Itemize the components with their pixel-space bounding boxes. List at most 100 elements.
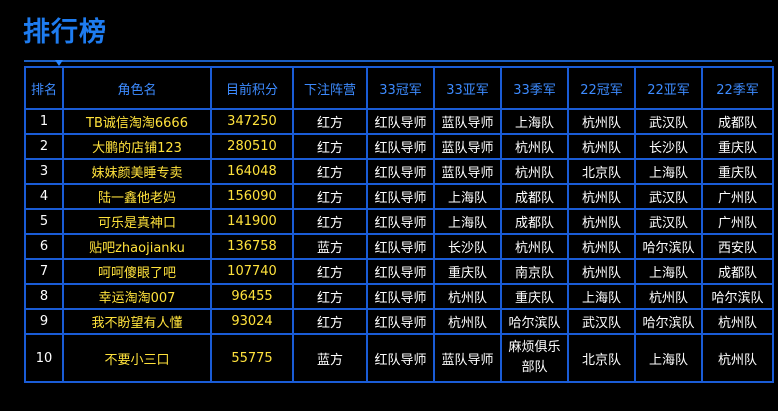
points-cell: 156090	[210, 183, 294, 210]
column-header-rank: 排名	[24, 66, 64, 110]
player-name-cell: 贴吧zhaojianku	[62, 233, 212, 260]
pick-22-third-cell: 杭州队	[701, 308, 774, 335]
title-divider	[24, 60, 772, 62]
column-header-33-champion: 33冠军	[366, 66, 435, 110]
pick-22-third-cell: 西安队	[701, 233, 774, 260]
table-header-row: 排名 角色名 目前积分 下注阵营 33冠军 33亚军 33季军 22冠军 22亚…	[24, 66, 774, 110]
pick-22-champion-cell: 武汉队	[567, 308, 636, 335]
pick-33-third-cell: 麻烦俱乐部队	[500, 333, 569, 383]
table-row: 2 大鹏的店铺123 280510 红方 红队导师 蓝队导师 杭州队 杭州队 长…	[24, 133, 774, 160]
points-cell: 164048	[210, 158, 294, 185]
pick-33-champion-cell: 红队导师	[366, 233, 435, 260]
rank-cell: 6	[24, 233, 64, 260]
pick-33-third-cell: 哈尔滨队	[500, 308, 569, 335]
rank-cell: 1	[24, 108, 64, 135]
camp-cell: 红方	[292, 258, 368, 285]
rank-cell: 4	[24, 183, 64, 210]
pick-22-third-cell: 广州队	[701, 183, 774, 210]
table-row: 6 贴吧zhaojianku 136758 蓝方 红队导师 长沙队 杭州队 杭州…	[24, 233, 774, 260]
pick-33-champion-cell: 红队导师	[366, 108, 435, 135]
pick-22-champion-cell: 北京队	[567, 333, 636, 383]
pick-22-third-cell: 重庆队	[701, 133, 774, 160]
pick-22-runner-up-cell: 哈尔滨队	[634, 308, 703, 335]
pick-22-runner-up-cell: 杭州队	[634, 283, 703, 310]
pick-22-champion-cell: 杭州队	[567, 258, 636, 285]
pick-22-champion-cell: 杭州队	[567, 233, 636, 260]
pick-33-third-cell: 杭州队	[500, 133, 569, 160]
pick-33-third-cell: 杭州队	[500, 233, 569, 260]
table-row: 1 TB诚信淘淘6666 347250 红方 红队导师 蓝队导师 上海队 杭州队…	[24, 108, 774, 135]
pick-33-champion-cell: 红队导师	[366, 283, 435, 310]
table-row: 10 不要小三口 55775 蓝方 红队导师 蓝队导师 麻烦俱乐部队 北京队 上…	[24, 333, 774, 383]
pick-22-third-cell: 广州队	[701, 208, 774, 235]
pick-33-third-cell: 杭州队	[500, 158, 569, 185]
column-header-22-champion: 22冠军	[567, 66, 636, 110]
camp-cell: 红方	[292, 133, 368, 160]
pick-22-runner-up-cell: 长沙队	[634, 133, 703, 160]
pick-22-champion-cell: 杭州队	[567, 133, 636, 160]
camp-cell: 红方	[292, 208, 368, 235]
table-row: 3 妹妹颜美睡专卖 164048 红方 红队导师 蓝队导师 杭州队 北京队 上海…	[24, 158, 774, 185]
player-name-cell: 大鹏的店铺123	[62, 133, 212, 160]
pick-33-third-cell: 南京队	[500, 258, 569, 285]
leaderboard-page: 排行榜 排名 角色名 目前积分 下注阵营 33冠军 33亚军 33季军 22冠军…	[0, 0, 778, 411]
points-cell: 136758	[210, 233, 294, 260]
column-header-33-runner-up: 33亚军	[433, 66, 502, 110]
pick-33-runner-up-cell: 杭州队	[433, 283, 502, 310]
column-header-camp: 下注阵营	[292, 66, 368, 110]
pick-22-runner-up-cell: 哈尔滨队	[634, 233, 703, 260]
pick-22-third-cell: 杭州队	[701, 333, 774, 383]
points-cell: 55775	[210, 333, 294, 383]
pick-33-champion-cell: 红队导师	[366, 308, 435, 335]
player-name-cell: 不要小三口	[62, 333, 212, 383]
pick-33-runner-up-cell: 长沙队	[433, 233, 502, 260]
camp-cell: 红方	[292, 308, 368, 335]
pick-33-runner-up-cell: 蓝队导师	[433, 108, 502, 135]
pick-33-runner-up-cell: 蓝队导师	[433, 133, 502, 160]
rank-cell: 7	[24, 258, 64, 285]
player-name-cell: 呵呵傻眼了吧	[62, 258, 212, 285]
column-header-name: 角色名	[62, 66, 212, 110]
rank-cell: 8	[24, 283, 64, 310]
pick-33-champion-cell: 红队导师	[366, 133, 435, 160]
table-row: 9 我不盼望有人懂 93024 红方 红队导师 杭州队 哈尔滨队 武汉队 哈尔滨…	[24, 308, 774, 335]
pick-33-third-cell: 重庆队	[500, 283, 569, 310]
rank-cell: 9	[24, 308, 64, 335]
player-name-cell: 幸运淘淘007	[62, 283, 212, 310]
column-header-points: 目前积分	[210, 66, 294, 110]
player-name-cell: TB诚信淘淘6666	[62, 108, 212, 135]
player-name-cell: 可乐是真神口	[62, 208, 212, 235]
points-cell: 96455	[210, 283, 294, 310]
rank-cell: 2	[24, 133, 64, 160]
player-name-cell: 我不盼望有人懂	[62, 308, 212, 335]
pick-33-champion-cell: 红队导师	[366, 258, 435, 285]
camp-cell: 红方	[292, 183, 368, 210]
pick-22-champion-cell: 北京队	[567, 158, 636, 185]
pick-33-champion-cell: 红队导师	[366, 208, 435, 235]
column-header-33-third: 33季军	[500, 66, 569, 110]
pick-22-runner-up-cell: 上海队	[634, 158, 703, 185]
pick-22-third-cell: 哈尔滨队	[701, 283, 774, 310]
camp-cell: 蓝方	[292, 233, 368, 260]
pick-33-champion-cell: 红队导师	[366, 158, 435, 185]
points-cell: 141900	[210, 208, 294, 235]
points-cell: 347250	[210, 108, 294, 135]
table-row: 8 幸运淘淘007 96455 红方 红队导师 杭州队 重庆队 上海队 杭州队 …	[24, 283, 774, 310]
pick-22-runner-up-cell: 武汉队	[634, 208, 703, 235]
pick-33-runner-up-cell: 蓝队导师	[433, 158, 502, 185]
pick-33-third-cell: 上海队	[500, 108, 569, 135]
rank-cell: 10	[24, 333, 64, 383]
camp-cell: 蓝方	[292, 333, 368, 383]
table-row: 5 可乐是真神口 141900 红方 红队导师 上海队 成都队 杭州队 武汉队 …	[24, 208, 774, 235]
pick-22-runner-up-cell: 武汉队	[634, 108, 703, 135]
pick-22-third-cell: 重庆队	[701, 158, 774, 185]
pick-33-third-cell: 成都队	[500, 183, 569, 210]
pick-22-champion-cell: 杭州队	[567, 208, 636, 235]
points-cell: 107740	[210, 258, 294, 285]
page-title: 排行榜	[23, 17, 107, 48]
pick-33-third-cell: 成都队	[500, 208, 569, 235]
column-header-22-third: 22季军	[701, 66, 774, 110]
pick-22-runner-up-cell: 上海队	[634, 333, 703, 383]
pick-33-champion-cell: 红队导师	[366, 333, 435, 383]
pick-22-champion-cell: 杭州队	[567, 108, 636, 135]
